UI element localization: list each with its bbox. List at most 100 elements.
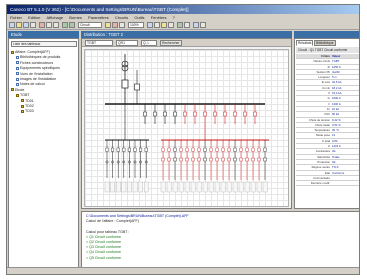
circuit-breaker-symbol [251, 147, 255, 152]
circuit-breaker-symbol [245, 147, 249, 152]
result-value: 4x240 [332, 69, 340, 74]
redo-icon[interactable] [69, 22, 75, 28]
result-label: Commentaire [313, 175, 330, 180]
result-label: Sélectivité [317, 154, 330, 159]
right-panel-title [294, 31, 359, 38]
application-window: Caneco BT 5.1.0 (V 362) - [C:\Documents … [6, 4, 360, 275]
result-value: 10 kA [332, 106, 340, 111]
folder-icon [11, 50, 14, 54]
results-tabs: Résultats Bibliothèque [296, 40, 359, 46]
menu-item[interactable]: Affichage [47, 15, 64, 20]
result-label: PdC [324, 112, 330, 117]
result-value: 0,42 % [332, 117, 341, 122]
feeder-breaker-symbol [173, 111, 177, 117]
search-button[interactable]: Rechercher [160, 40, 182, 46]
open-folder-icon[interactable] [16, 22, 22, 28]
folder-icon [21, 110, 24, 114]
board-select[interactable]: TGBT [85, 40, 113, 46]
result-label: Chute de tension [308, 117, 330, 122]
tree-item[interactable]: TD03 [11, 109, 79, 114]
result-row[interactable]: Dernière modif. [296, 181, 359, 187]
tree-item-label: Fiches constructeurs [20, 60, 54, 65]
menu-item[interactable]: Bornes [69, 15, 82, 20]
result-label: Ik min [322, 85, 330, 90]
undo-icon[interactable] [62, 22, 68, 28]
result-label: In [327, 96, 330, 101]
menu-item[interactable]: ? [173, 15, 175, 20]
save-icon[interactable] [23, 22, 29, 28]
tab-library[interactable]: Bibliothèque [314, 40, 336, 46]
result-label: Etat [325, 170, 330, 175]
board-list-select[interactable]: Liste des tableaux [11, 41, 77, 47]
menu-item[interactable]: Circuits [115, 15, 128, 20]
circuit-breaker-symbol [111, 147, 115, 152]
zoom-select[interactable]: 100% [128, 22, 144, 28]
single-line-diagram[interactable] [84, 49, 289, 207]
window-title: Caneco BT 5.1.0 (V 362) - [C:\Documents … [7, 5, 359, 14]
document-icon [16, 72, 19, 76]
tree-item-label: TD02 [25, 104, 34, 109]
results-panel: Résultats Bibliothèque Circuit : Q1 TGBT… [294, 38, 359, 209]
circuit-select[interactable]: QR1 [116, 40, 138, 46]
result-value: TGBT [332, 59, 340, 64]
menu-item[interactable]: Edition [28, 15, 40, 20]
feeder-breaker-symbol [143, 111, 147, 117]
grid-icon[interactable] [147, 22, 153, 28]
load-symbol [221, 157, 225, 162]
align-icon[interactable] [154, 22, 160, 28]
load-symbol [173, 157, 177, 162]
load-symbol [263, 157, 267, 162]
results-header: Circuit : Q1 TGBT Circuit conforme [296, 47, 359, 53]
help-icon[interactable] [200, 22, 206, 28]
symbol-icon[interactable] [161, 22, 167, 28]
feeder-breaker-symbol [153, 111, 157, 117]
window-icon[interactable] [193, 22, 199, 28]
result-value: 0,82 [332, 138, 338, 143]
result-label: Contraintes [315, 149, 330, 154]
result-label: Im [326, 106, 330, 111]
result-label: Température [314, 128, 330, 133]
tab-results[interactable]: Résultats [296, 40, 314, 46]
new-file-icon[interactable] [9, 22, 15, 28]
result-value: 1600 A [332, 96, 341, 101]
menu-item[interactable]: Paramètres [88, 15, 109, 20]
cut-icon[interactable] [39, 22, 45, 28]
zoom-icon[interactable] [119, 22, 125, 28]
load-symbol [209, 157, 213, 162]
cable-icon[interactable] [168, 22, 174, 28]
circuit-type-select[interactable]: Circuit [78, 22, 102, 28]
result-value: 1415 A [332, 144, 341, 149]
report-icon[interactable] [184, 22, 190, 28]
result-value: 13 [332, 133, 336, 138]
load-symbol [179, 157, 183, 162]
print-icon[interactable] [30, 22, 36, 28]
copy-icon[interactable] [46, 22, 52, 28]
circuit-label-box [184, 181, 190, 193]
load-symbol [191, 157, 195, 162]
menu-item[interactable]: Fichier [10, 15, 22, 20]
result-label: If [328, 91, 330, 96]
document-icon [16, 61, 19, 65]
result-label: Iz [327, 144, 330, 149]
feeder-breaker-symbol [253, 111, 257, 117]
result-value: 5 m [332, 75, 337, 80]
tree-item-label: TGBT [20, 93, 30, 98]
calculate-icon[interactable] [105, 22, 111, 28]
paste-icon[interactable] [53, 22, 59, 28]
circuit-label-box [238, 181, 244, 193]
results-icon[interactable] [177, 22, 183, 28]
circuit-label-box [110, 181, 115, 193]
left-panel-title: Etude [8, 31, 79, 38]
result-value [332, 176, 359, 180]
circuit-label-box [262, 181, 268, 193]
circuit-label-box [160, 181, 166, 193]
filter-select[interactable]: Q, L [141, 40, 157, 46]
check-icon[interactable] [112, 22, 118, 28]
result-label: Nature circuit [313, 59, 330, 64]
middle-panel-title: Distribution : TGBT 2 [81, 31, 292, 38]
menu-item[interactable]: Fenêtres [151, 15, 167, 20]
menu-item[interactable]: Outils [134, 15, 144, 20]
circuit-label-box [178, 181, 184, 193]
circuit-label-box [166, 181, 172, 193]
circuit-breaker-symbol [239, 147, 243, 152]
